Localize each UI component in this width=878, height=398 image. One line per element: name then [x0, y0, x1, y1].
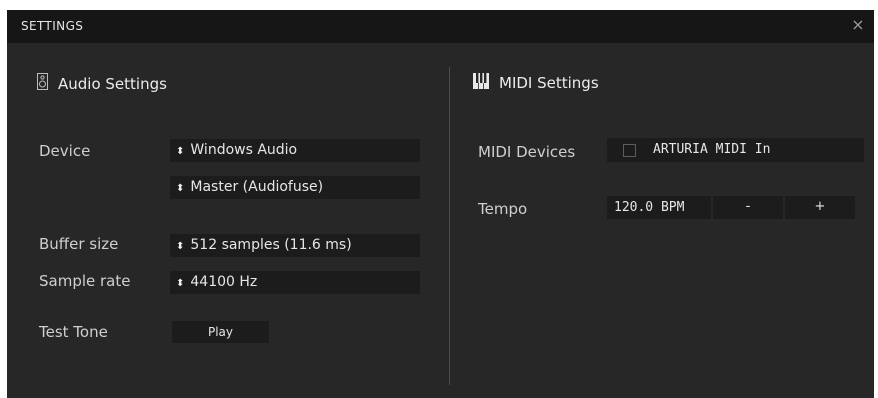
column-divider	[449, 67, 450, 385]
midi-settings-title: MIDI Settings	[499, 74, 599, 92]
speaker-icon	[37, 73, 48, 94]
midi-devices-label: MIDI Devices	[478, 143, 576, 161]
buffer-size-value: 512 samples (11.6 ms)	[190, 237, 352, 253]
dialog-title: SETTINGS	[21, 19, 84, 33]
play-button[interactable]: Play	[172, 321, 269, 343]
buffer-size-label: Buffer size	[39, 235, 119, 253]
sample-rate-label: Sample rate	[39, 272, 131, 290]
audio-settings-title: Audio Settings	[58, 74, 167, 93]
test-tone-label: Test Tone	[39, 323, 108, 341]
audio-settings-header: Audio Settings	[37, 73, 167, 94]
sample-rate-select[interactable]: ⬍ 44100 Hz	[170, 271, 420, 294]
midi-device-name: ARTURIA MIDI In	[653, 142, 771, 157]
select-arrows-icon: ⬍	[176, 146, 185, 157]
output-select[interactable]: ⬍ Master (Audiofuse)	[170, 176, 420, 199]
select-arrows-icon: ⬍	[176, 241, 185, 252]
sample-rate-value: 44100 Hz	[190, 274, 258, 290]
select-arrows-icon: ⬍	[176, 183, 185, 194]
select-arrows-icon: ⬍	[176, 278, 185, 289]
midi-device-checkbox[interactable]	[623, 144, 636, 157]
title-bar: SETTINGS ×	[7, 10, 874, 43]
output-select-value: Master (Audiofuse)	[190, 179, 324, 195]
buffer-size-select[interactable]: ⬍ 512 samples (11.6 ms)	[170, 234, 420, 257]
tempo-increase-button[interactable]: +	[785, 196, 855, 219]
close-icon[interactable]: ×	[848, 14, 868, 36]
piano-keys-icon	[473, 73, 489, 93]
midi-device-row[interactable]: ARTURIA MIDI In	[607, 138, 864, 162]
tempo-value[interactable]: 120.0 BPM	[607, 196, 711, 219]
device-select[interactable]: ⬍ Windows Audio	[170, 139, 420, 162]
tempo-decrease-button[interactable]: -	[713, 196, 783, 219]
tempo-label: Tempo	[478, 200, 528, 218]
device-label: Device	[39, 142, 91, 160]
settings-dialog: SETTINGS × Audio Settings Device ⬍ Window…	[7, 10, 874, 398]
device-select-value: Windows Audio	[190, 142, 298, 158]
midi-settings-header: MIDI Settings	[473, 73, 599, 93]
